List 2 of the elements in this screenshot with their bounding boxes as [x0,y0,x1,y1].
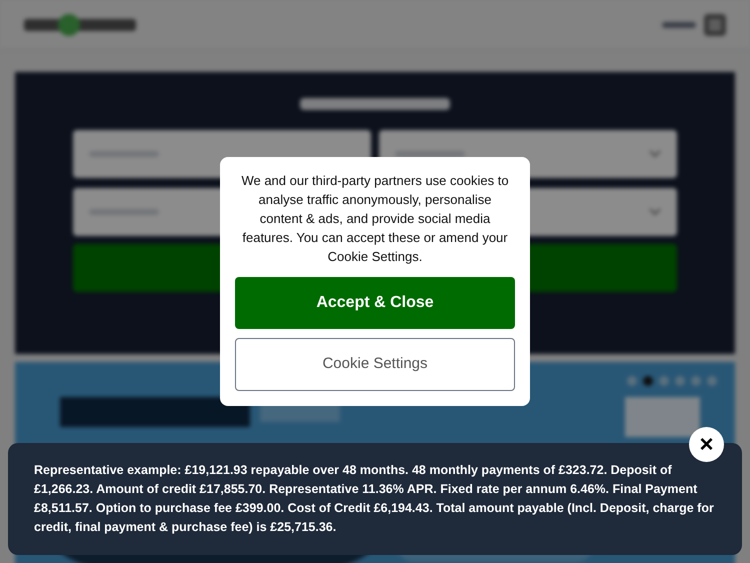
finance-text: Representative example: £19,121.93 repayable over 48 months. 48 monthly payments of £323.72. Deposit of £1,266.23. Amount of credit £17,855.70. Representative 11.36% APR. Fixed rate per annum 6.46%. Final Payment £8,511.57. Option to purchase fee £399.00. Cost of Credit £6,194.43. Total amount payable (Incl. Deposit, charge for credit, final payment & purchase fee) is £25,715.36. [34,462,715,536]
cookie-message: We and our third-party partners use cookies to analyse traffic anonymously, personalise content & ads, and provide social media features. You can accept these or amend your Cookie Settings. [240,172,510,266]
